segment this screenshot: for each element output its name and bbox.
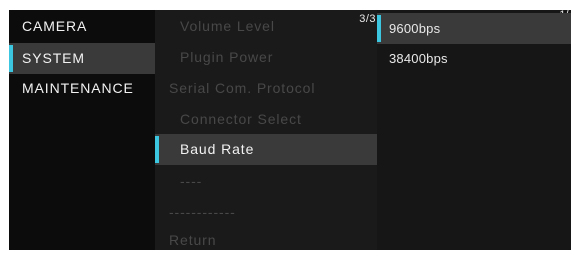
submenu-item-return: Return — [155, 225, 377, 256]
selection-marker — [9, 45, 13, 72]
submenu-item-label: Connector Select — [180, 111, 302, 127]
option-label: 9600bps — [389, 21, 441, 36]
menu-item-camera[interactable]: CAMERA — [9, 11, 155, 42]
menu-item-label: SYSTEM — [22, 50, 85, 66]
submenu-item-label: Plugin Power — [180, 49, 274, 65]
main-menu-column: CAMERA SYSTEM MAINTENANCE — [9, 10, 155, 250]
submenu-item-label: Volume Level — [180, 18, 275, 34]
submenu-header-serial-com-protocol: Serial Com. Protocol — [155, 73, 377, 104]
submenu-item-volume-level: Volume Level — [155, 11, 377, 42]
selection-marker — [155, 136, 159, 163]
option-38400bps[interactable]: 38400bps — [377, 43, 571, 74]
menu-item-maintenance[interactable]: MAINTENANCE — [9, 73, 155, 104]
system-submenu-column: 3/3 Volume Level Plugin Power Serial Com… — [155, 10, 377, 250]
submenu-item-label: Baud Rate — [180, 141, 255, 157]
submenu-item-label: Return — [169, 232, 217, 248]
submenu-item-label: ---- — [180, 173, 203, 189]
submenu-item-label: ------------ — [169, 204, 236, 220]
option-9600bps[interactable]: 9600bps — [377, 13, 571, 44]
menu-item-system[interactable]: SYSTEM — [9, 43, 155, 74]
submenu-item-baud-rate[interactable]: Baud Rate — [155, 134, 377, 165]
submenu-item-connector-select: Connector Select — [155, 104, 377, 135]
submenu-item-plugin-power: Plugin Power — [155, 42, 377, 73]
option-label: 38400bps — [389, 51, 448, 66]
menu-item-label: MAINTENANCE — [22, 80, 134, 96]
submenu-item-label: Serial Com. Protocol — [169, 80, 316, 96]
selection-marker — [377, 15, 381, 42]
submenu-separator: ------------ — [155, 197, 377, 228]
baud-rate-options-column: 1/ v 9600bps 38400bps — [377, 10, 571, 250]
osd-menu-screen: CAMERA SYSTEM MAINTENANCE 3/3 Volume Lev… — [9, 10, 571, 250]
submenu-item-placeholder: ---- — [155, 166, 377, 197]
menu-item-label: CAMERA — [22, 18, 88, 34]
